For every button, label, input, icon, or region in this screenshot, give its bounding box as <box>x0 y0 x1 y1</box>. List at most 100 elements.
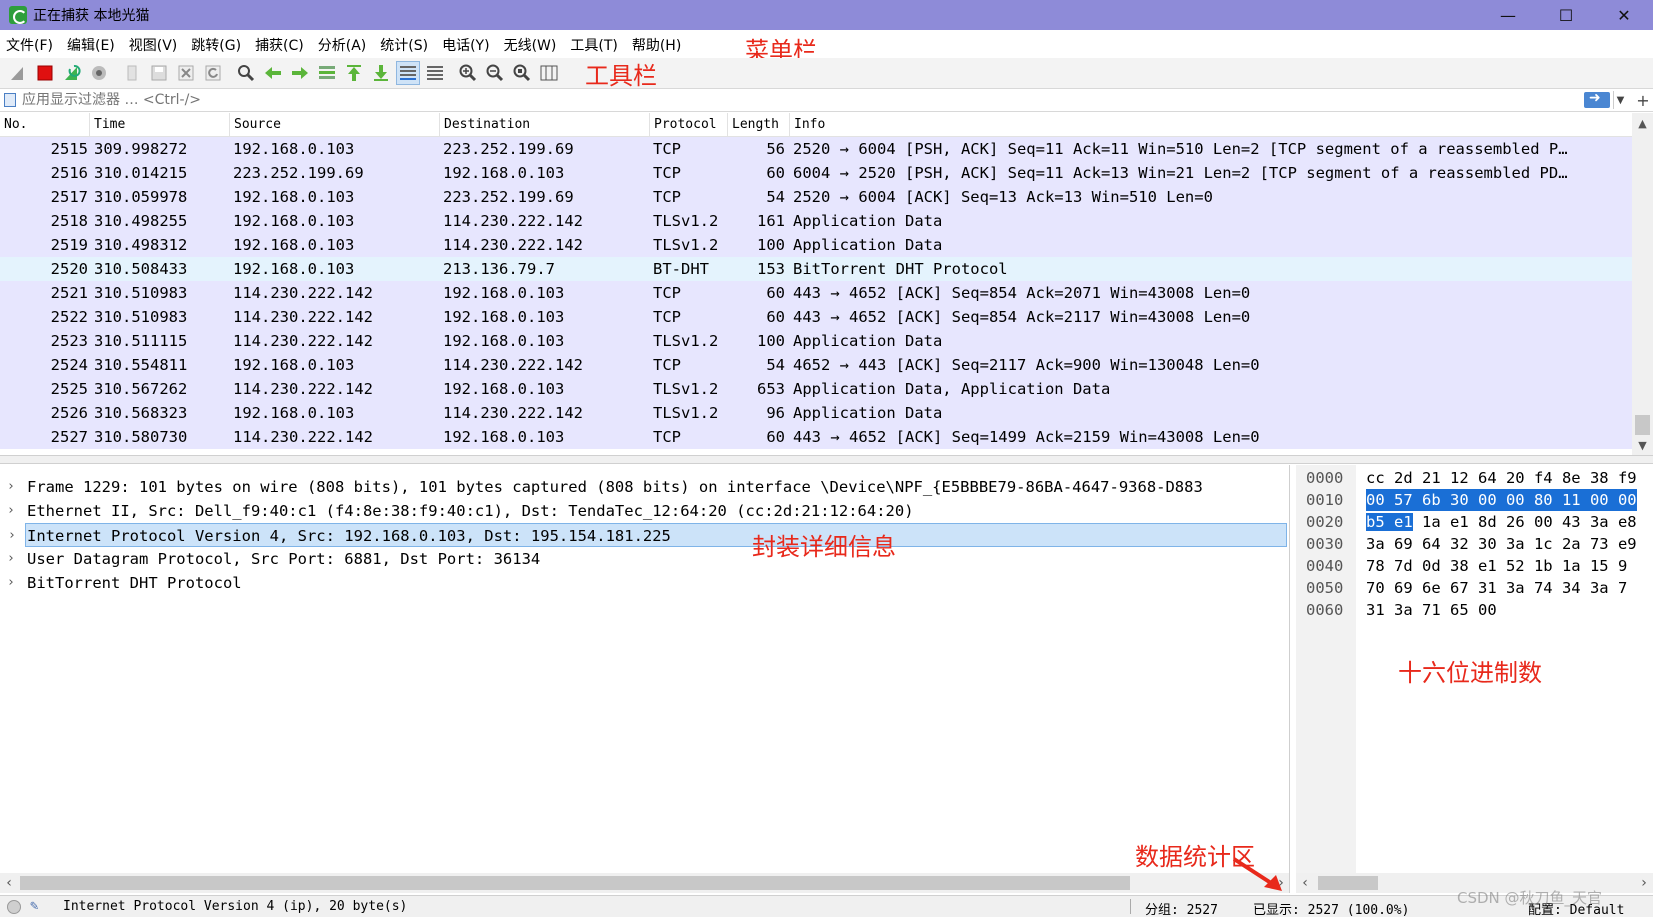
last-packet-icon[interactable] <box>369 61 393 85</box>
reload-file-icon[interactable] <box>201 61 225 85</box>
column-header-protocol[interactable]: Protocol <box>650 113 728 137</box>
zoom-normal-icon[interactable] <box>510 61 534 85</box>
detail-row-ethernet[interactable]: › Ethernet II, Src: Dell_f9:40:c1 (f4:8e:… <box>0 499 1289 523</box>
menu-tools[interactable]: 工具(T) <box>563 35 624 55</box>
packet-list-scrollbar[interactable]: ▲ ▼ <box>1632 113 1653 455</box>
zoom-out-icon[interactable] <box>483 61 507 85</box>
menu-file[interactable]: 文件(F) <box>0 35 60 55</box>
packet-row[interactable]: 2525 310.567262 114.230.222.142 192.168.0.1… <box>0 377 1632 401</box>
column-header-source[interactable]: Source <box>230 113 440 137</box>
go-to-packet-icon[interactable] <box>315 61 339 85</box>
packet-row[interactable]: 2524 310.554811 192.168.0.103 114.230.222.1… <box>0 353 1632 377</box>
cell-info: Application Data, Application Data <box>793 380 1111 398</box>
menu-telephony[interactable]: 电话(Y) <box>435 35 496 55</box>
scroll-down-icon[interactable]: ▼ <box>1632 435 1653 455</box>
status-bar: ✎ Internet Protocol Version 4 (ip), 20 b… <box>0 895 1653 917</box>
go-back-icon[interactable] <box>261 61 285 85</box>
detail-row-bt-dht[interactable]: › BitTorrent DHT Protocol <box>0 571 1289 595</box>
cell-destination: 114.230.222.142 <box>443 212 583 230</box>
packet-row[interactable]: 2519 310.498312 192.168.0.103 114.230.222.1… <box>0 233 1632 257</box>
column-header-length[interactable]: Length <box>728 113 790 137</box>
save-file-icon[interactable] <box>147 61 171 85</box>
edit-comment-icon[interactable]: ✎ <box>30 898 38 914</box>
chevron-right-icon[interactable]: › <box>7 547 15 571</box>
detail-row-frame[interactable]: › Frame 1229: 101 bytes on wire (808 bits… <box>0 475 1289 499</box>
menu-statistics[interactable]: 统计(S) <box>373 35 435 55</box>
cell-info: Application Data <box>793 404 943 422</box>
zoom-in-icon[interactable] <box>456 61 480 85</box>
cell-no: 2520 <box>50 260 88 278</box>
cell-no: 2525 <box>50 380 88 398</box>
minimize-button[interactable]: — <box>1479 0 1537 30</box>
maximize-button[interactable]: ☐ <box>1537 0 1595 30</box>
colorize-icon[interactable] <box>423 61 447 85</box>
cell-source: 192.168.0.103 <box>233 140 355 158</box>
resize-columns-icon[interactable] <box>537 61 561 85</box>
stop-capture-icon[interactable] <box>33 61 57 85</box>
cell-length: 54 <box>766 356 785 374</box>
scrollbar-thumb[interactable] <box>1635 415 1650 435</box>
menu-analyze[interactable]: 分析(A) <box>311 35 374 55</box>
cell-source: 223.252.199.69 <box>233 164 364 182</box>
scrollbar-thumb[interactable] <box>20 876 1130 890</box>
open-file-icon[interactable] <box>120 61 144 85</box>
chevron-right-icon[interactable]: › <box>8 524 16 548</box>
menu-view[interactable]: 视图(V) <box>122 35 185 55</box>
scroll-up-icon[interactable]: ▲ <box>1632 113 1653 133</box>
display-filter-input[interactable] <box>22 92 1584 108</box>
cell-destination: 213.136.79.7 <box>443 260 555 278</box>
packet-row[interactable]: 2518 310.498255 192.168.0.103 114.230.222.1… <box>0 209 1632 233</box>
packet-row[interactable]: 2527 310.580730 114.230.222.142 192.168.0.1… <box>0 425 1632 449</box>
column-header-info[interactable]: Info <box>790 113 1632 137</box>
cell-time: 310.498255 <box>94 212 188 230</box>
packet-row[interactable]: 2515 309.998272 192.168.0.103 223.252.199.6… <box>0 137 1632 161</box>
scrollbar-thumb[interactable] <box>1318 876 1378 890</box>
chevron-right-icon[interactable]: › <box>7 499 15 523</box>
display-filter-bar: ▼ + <box>0 88 1653 112</box>
find-packet-icon[interactable] <box>234 61 258 85</box>
packet-row[interactable]: 2520 310.508433 192.168.0.103 213.136.79.7 B… <box>0 257 1632 281</box>
autoscroll-icon[interactable] <box>395 61 420 85</box>
packet-row[interactable]: 2522 310.510983 114.230.222.142 192.168.0.1… <box>0 305 1632 329</box>
packet-row[interactable]: 2521 310.510983 114.230.222.142 192.168.0.1… <box>0 281 1632 305</box>
detail-row-ipv4[interactable]: › Internet Protocol Version 4, Src: 192.1… <box>8 523 1287 547</box>
add-filter-button[interactable]: + <box>1633 91 1653 110</box>
close-file-icon[interactable] <box>174 61 198 85</box>
menu-go[interactable]: 跳转(G) <box>184 35 248 55</box>
cell-time: 310.554811 <box>94 356 188 374</box>
packet-row[interactable]: 2517 310.059978 192.168.0.103 223.252.199.6… <box>0 185 1632 209</box>
column-header-destination[interactable]: Destination <box>440 113 650 137</box>
pane-splitter[interactable] <box>0 455 1653 464</box>
capture-options-icon[interactable] <box>87 61 111 85</box>
packet-row[interactable]: 2516 310.014215 223.252.199.69 192.168.0.10… <box>0 161 1632 185</box>
menu-capture[interactable]: 捕获(C) <box>248 35 311 55</box>
menu-help[interactable]: 帮助(H) <box>625 35 688 55</box>
chevron-right-icon[interactable]: › <box>7 475 15 499</box>
cell-time: 310.580730 <box>94 428 188 446</box>
menu-edit[interactable]: 编辑(E) <box>60 35 122 55</box>
cell-no: 2518 <box>50 212 88 230</box>
go-forward-icon[interactable] <box>288 61 312 85</box>
packet-row[interactable]: 2526 310.568323 192.168.0.103 114.230.222.1… <box>0 401 1632 425</box>
scroll-left-icon[interactable]: ‹ <box>0 873 18 893</box>
restart-capture-icon[interactable] <box>60 61 84 85</box>
expert-info-icon[interactable] <box>7 900 21 914</box>
cell-info: 2520 → 6004 [PSH, ACK] Seq=11 Ack=11 Win… <box>793 140 1568 158</box>
menu-wireless[interactable]: 无线(W) <box>497 35 564 55</box>
shark-fin-start-icon[interactable] <box>6 61 30 85</box>
details-hscrollbar[interactable]: ‹ › <box>0 873 1289 893</box>
chevron-right-icon[interactable]: › <box>7 571 15 595</box>
scroll-left-icon[interactable]: ‹ <box>1296 873 1314 893</box>
apply-filter-icon[interactable] <box>1584 90 1610 108</box>
packet-list-rows: 2515 309.998272 192.168.0.103 223.252.199.6… <box>0 137 1632 449</box>
chevron-down-icon[interactable]: ▼ <box>1613 91 1627 109</box>
column-header-no[interactable]: No. <box>0 113 90 137</box>
detail-row-udp[interactable]: › User Datagram Protocol, Src Port: 6881,… <box>0 547 1289 571</box>
scroll-right-icon[interactable]: › <box>1635 873 1653 893</box>
close-button[interactable]: ✕ <box>1595 0 1653 30</box>
cell-protocol: TLSv1.2 <box>653 236 719 254</box>
bookmark-icon[interactable] <box>4 93 16 107</box>
column-header-time[interactable]: Time <box>90 113 230 137</box>
packet-row[interactable]: 2523 310.511115 114.230.222.142 192.168.0.1… <box>0 329 1632 353</box>
first-packet-icon[interactable] <box>342 61 366 85</box>
